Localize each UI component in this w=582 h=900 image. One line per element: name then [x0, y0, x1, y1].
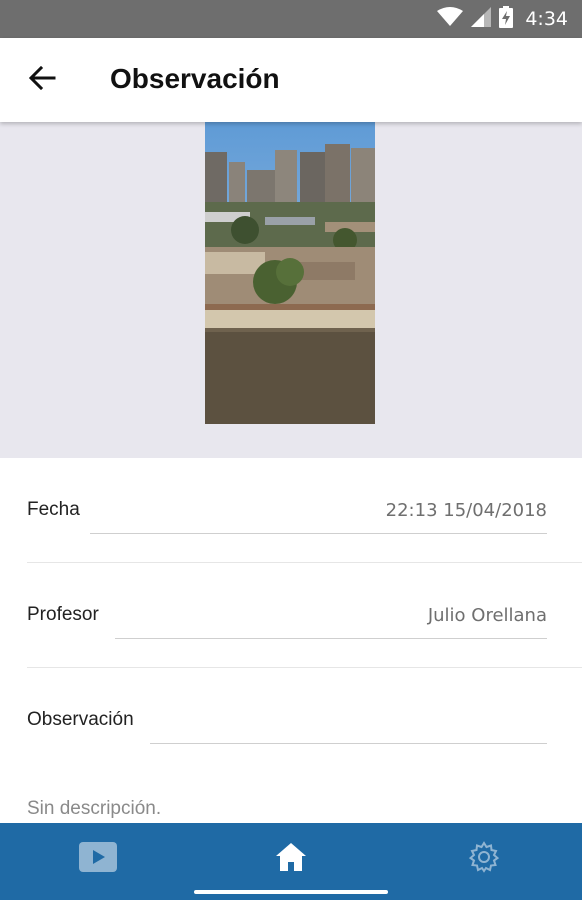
observacion-row: Observación — [27, 668, 547, 768]
observation-photo[interactable] — [205, 122, 375, 424]
bottom-nav — [0, 823, 582, 900]
arrow-left-icon — [28, 65, 56, 95]
status-time: 4:34 — [525, 8, 568, 30]
home-indicator — [194, 890, 388, 894]
settings-gear-icon — [468, 840, 500, 878]
page-title: Observación — [110, 63, 280, 94]
fecha-label: Fecha — [27, 499, 80, 520]
fecha-value: 22:13 15/04/2018 — [385, 500, 547, 521]
observation-description: Sin descripción. — [27, 798, 162, 819]
video-icon — [79, 841, 117, 877]
back-button[interactable] — [18, 56, 66, 104]
nav-video-button[interactable] — [38, 823, 158, 895]
status-icons: 4:34 — [437, 0, 568, 38]
app-bar: Observación — [0, 38, 582, 122]
observacion-label: Observación — [27, 709, 134, 730]
fecha-underline — [90, 533, 547, 534]
status-bar: 4:34 — [0, 0, 582, 38]
profesor-row: Profesor Julio Orellana — [27, 563, 547, 668]
wifi-icon — [437, 6, 464, 32]
profesor-label: Profesor — [27, 604, 99, 625]
fecha-row: Fecha 22:13 15/04/2018 — [27, 458, 547, 563]
observacion-underline — [150, 743, 547, 744]
profesor-underline — [115, 638, 547, 639]
cellular-icon — [471, 6, 492, 32]
home-icon — [275, 842, 307, 877]
profesor-value: Julio Orellana — [427, 605, 547, 626]
battery-charging-icon — [499, 5, 514, 33]
photo-area — [0, 122, 582, 458]
nav-settings-button[interactable] — [424, 823, 544, 895]
nav-home-button[interactable] — [231, 823, 351, 895]
